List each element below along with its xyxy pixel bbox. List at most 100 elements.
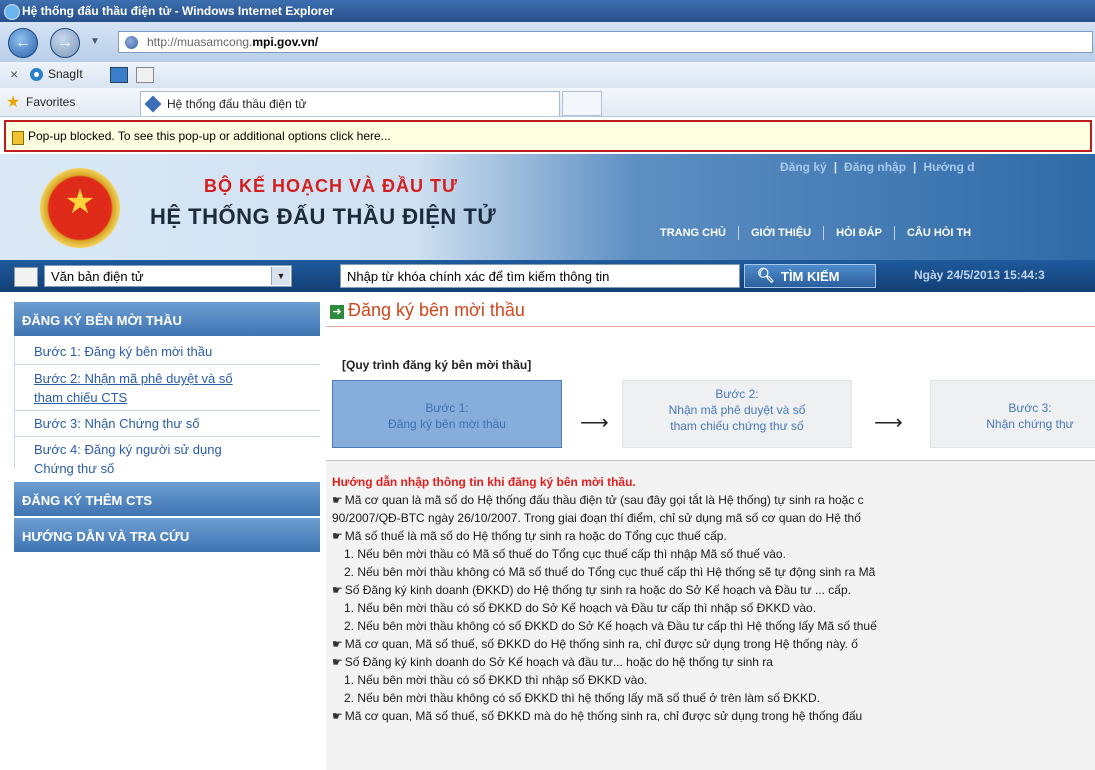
- address-url: http://muasamcong.mpi.gov.vn/: [147, 35, 319, 49]
- sidebar-section-register[interactable]: ĐĂNG KÝ BÊN MỜI THẦU: [14, 302, 320, 336]
- capture-window-icon[interactable]: [136, 67, 154, 83]
- guide-line: ☛ Mã cơ quan là mã số do Hệ thống đấu thầ…: [332, 493, 864, 507]
- guide-line: 1. Nếu bên mời thầu có số ĐKKD do Sở Kế …: [344, 601, 817, 615]
- pointing-hand-icon: ☛: [332, 493, 343, 507]
- divider: [14, 364, 320, 365]
- favorites-button[interactable]: Favorites: [26, 95, 75, 109]
- pointing-hand-icon: ☛: [332, 583, 343, 597]
- doc-type-select[interactable]: Văn bản điện tử ▼: [44, 265, 292, 287]
- sidebar-item-step3[interactable]: Bước 3: Nhận Chứng thư số: [34, 414, 199, 433]
- address-bar[interactable]: http://muasamcong.mpi.gov.vn/: [118, 31, 1093, 53]
- snagit-button[interactable]: SnagIt: [48, 67, 83, 81]
- search-strip: Văn bản điện tử ▼ 🔍︎ TÌM KIẾM Ngày 24/5/…: [0, 260, 1095, 292]
- divider: [14, 436, 320, 437]
- tab-site-icon: [144, 95, 162, 113]
- pointing-hand-icon: ☛: [332, 637, 343, 651]
- popup-info-bar[interactable]: Pop-up blocked. To see this pop-up or ad…: [0, 118, 1095, 154]
- favorites-row: ★ Favorites Hệ thống đấu thầu điện tử: [0, 88, 1095, 117]
- nav-qa[interactable]: HỎI ĐÁP: [836, 227, 882, 239]
- guide-line: ☛ Mã cơ quan, Mã số thuế, số ĐKKD do Hệ t…: [332, 637, 858, 651]
- step-label-cont: tham chiếu chứng thư số: [670, 419, 804, 433]
- process-step-1[interactable]: Bước 1: Đăng ký bên mời thầu: [332, 380, 562, 448]
- arrow-right-icon: ➜: [330, 305, 344, 319]
- back-button[interactable]: ←: [8, 28, 38, 58]
- page-title: ➜ Đăng ký bên mời thầu: [330, 300, 525, 321]
- doc-type-select-wrapper: Văn bản điện tử ▼: [14, 265, 292, 287]
- sidebar-item-step2[interactable]: Bước 2: Nhận mã phê duyệt và số: [34, 369, 233, 388]
- globe-icon: [125, 36, 138, 49]
- nav-faq[interactable]: CÂU HỎI TH: [907, 227, 971, 239]
- capture-icon[interactable]: [110, 67, 128, 83]
- back-arrow-icon: ←: [15, 34, 31, 51]
- process-step-3[interactable]: Bước 3: Nhận chứng thư: [930, 380, 1095, 448]
- nav-about[interactable]: GIỚI THIỆU: [751, 227, 811, 239]
- step-number: Bước 1:: [425, 401, 469, 415]
- main-content: ➜ Đăng ký bên mời thầu [Quy trình đăng ký…: [326, 292, 1095, 770]
- sidebar: ĐĂNG KÝ BÊN MỜI THẦU Bước 1: Đăng ký bên…: [0, 292, 326, 769]
- favorites-star-icon[interactable]: ★: [6, 92, 20, 112]
- history-dropdown-icon[interactable]: ▼: [90, 36, 100, 47]
- window-title-bar: Hệ thống đấu thầu điện tử - Windows Inte…: [0, 0, 1095, 22]
- guide-title: Hướng dẫn nhập thông tin khi đăng ký bên…: [332, 475, 636, 489]
- login-link[interactable]: Đăng nhập: [844, 160, 906, 174]
- top-links: Đăng ký | Đăng nhập | Hướng d: [780, 160, 975, 174]
- browser-tab[interactable]: Hệ thống đấu thầu điện tử: [140, 91, 560, 116]
- guide-line: 2. Nếu bên mời thầu không có Mã số thuế …: [344, 565, 876, 579]
- close-toolbar-icon[interactable]: ×: [10, 66, 18, 82]
- snagit-icon[interactable]: [30, 68, 43, 81]
- guide-line: 90/2007/QĐ-BTC ngày 26/10/2007. Trong gi…: [332, 511, 861, 525]
- document-icon: [14, 267, 38, 287]
- sidebar-item-step4-cont[interactable]: Chứng thư số: [34, 459, 114, 478]
- window-title: Hệ thống đấu thầu điện tử - Windows Inte…: [22, 4, 334, 18]
- address-row: ← → ▼ http://muasamcong.mpi.gov.vn/: [0, 22, 1095, 62]
- step-label: Nhận chứng thư: [986, 417, 1074, 431]
- search-icon: 🔍︎: [757, 267, 775, 283]
- pointing-hand-icon: ☛: [332, 709, 343, 723]
- sidebar-section-guide[interactable]: HƯỚNG DẪN VÀ TRA CỨU: [14, 518, 320, 552]
- guide-line: 1. Nếu bên mời thầu có Mã số thuế do Tổn…: [344, 547, 786, 561]
- guide-link[interactable]: Hướng d: [923, 160, 974, 174]
- guide-line: 2. Nếu bên mời thầu không có số ĐKKD thì…: [344, 691, 820, 705]
- step-label: Đăng ký bên mời thầu: [388, 417, 506, 431]
- guide-line: ☛ Mã số thuế là mã số do Hệ thống tự sinh…: [332, 529, 727, 543]
- sidebar-item-step1[interactable]: Bước 1: Đăng ký bên mời thầu: [34, 342, 212, 361]
- guide-line: ☛ Mã cơ quan, Mã số thuế, số ĐKKD mà do h…: [332, 709, 863, 723]
- step-number: Bước 3:: [1008, 401, 1052, 415]
- national-emblem-icon: ★: [40, 168, 120, 248]
- sidebar-section-add-cts[interactable]: ĐĂNG KÝ THÊM CTS: [14, 482, 320, 516]
- sidebar-border: [14, 336, 15, 468]
- guide-line: ☛ Số Đăng ký kinh doanh do Sở Kế hoạch và…: [332, 655, 773, 669]
- tab-title: Hệ thống đấu thầu điện tử: [167, 97, 307, 111]
- system-name: HỆ THỐNG ĐẤU THẦU ĐIỆN TỬ: [150, 204, 497, 229]
- new-tab-button[interactable]: [562, 91, 602, 116]
- site-header: ★ BỘ KẾ HOẠCH VÀ ĐẦU TƯ HỆ THỐNG ĐẤU THẦ…: [0, 154, 1095, 260]
- register-link[interactable]: Đăng ký: [780, 160, 827, 174]
- forward-button[interactable]: →: [50, 28, 80, 58]
- process-step-2[interactable]: Bước 2: Nhận mã phê duyệt và số tham chi…: [622, 380, 852, 448]
- search-button-label: TÌM KIẾM: [781, 269, 840, 284]
- ie-icon: [4, 4, 20, 20]
- popup-blocked-message[interactable]: Pop-up blocked. To see this pop-up or ad…: [28, 129, 391, 143]
- info-bar-icon: [12, 131, 24, 145]
- ministry-name: BỘ KẾ HOẠCH VÀ ĐẦU TƯ: [204, 176, 458, 196]
- info-bar-frame[interactable]: Pop-up blocked. To see this pop-up or ad…: [4, 120, 1092, 152]
- search-input[interactable]: [340, 264, 740, 288]
- sidebar-item-step4[interactable]: Bước 4: Đăng ký người sử dụng: [34, 440, 222, 459]
- process-label: [Quy trình đăng ký bên mời thầu]: [342, 358, 532, 372]
- step-number: Bước 2:: [715, 387, 759, 401]
- flow-arrow: ⟶: [580, 412, 609, 434]
- search-button[interactable]: 🔍︎ TÌM KIẾM: [744, 264, 876, 288]
- sidebar-item-step2-cont[interactable]: tham chiếu CTS: [34, 388, 127, 407]
- chevron-down-icon[interactable]: ▼: [271, 267, 290, 285]
- divider: [326, 326, 1095, 327]
- main-nav: TRANG CHỦ GIỚI THIỆU HỎI ĐÁP CÂU HỎI TH: [660, 226, 983, 240]
- nav-home[interactable]: TRANG CHỦ: [660, 227, 726, 239]
- pointing-hand-icon: ☛: [332, 529, 343, 543]
- guide-line: 1. Nếu bên mời thầu có số ĐKKD thì nhập …: [344, 673, 648, 687]
- toolbar-row: × SnagIt: [0, 62, 1095, 89]
- guide-box: Hướng dẫn nhập thông tin khi đăng ký bên…: [326, 460, 1095, 770]
- current-datetime: Ngày 24/5/2013 15:44:3: [914, 268, 1045, 282]
- flow-arrow: ⟶: [874, 412, 903, 434]
- pointing-hand-icon: ☛: [332, 655, 343, 669]
- guide-line: ☛ Số Đăng ký kinh doanh (ĐKKD) do Hệ thốn…: [332, 583, 851, 597]
